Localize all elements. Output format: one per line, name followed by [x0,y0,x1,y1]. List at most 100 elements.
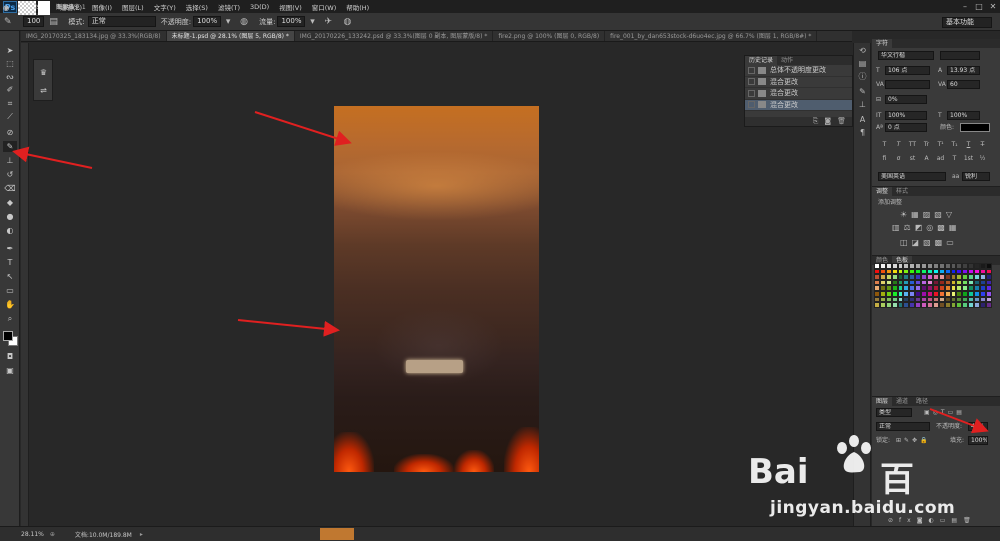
eyedropper-tool-icon[interactable]: ⟋ [3,111,17,122]
tab-paths[interactable]: 路径 [912,397,932,406]
font-family-select[interactable]: 华文行楷 [878,51,934,60]
menu-layer[interactable]: 图层(L) [117,2,149,12]
close-button[interactable]: ✕ [986,2,1000,11]
brush-preset-icon[interactable]: ♛ [37,66,50,79]
fractions-button[interactable]: ½ [976,154,989,164]
paragraph-panel-icon[interactable]: ¶ [857,128,868,138]
type-tool-icon[interactable]: T [3,257,17,268]
swash-button[interactable]: A [920,154,933,164]
tab-character[interactable]: 字符 [872,39,893,48]
font-size-input[interactable]: 106 点 [885,66,930,75]
small-caps-button[interactable]: Tr [920,140,933,150]
all-caps-button[interactable]: TT [906,140,919,150]
flow-input[interactable]: 100% [277,16,306,27]
workspace-switcher[interactable]: 基本功能 [942,17,992,28]
menu-view[interactable]: 视图(V) [274,2,307,12]
share-icon[interactable]: ⊕ [50,531,55,538]
history-item[interactable]: 总体不透明度更改 [745,65,852,77]
brush-preset-picker[interactable]: 100 [23,16,45,28]
menu-image[interactable]: 图像(I) [87,2,117,12]
foreground-color[interactable] [3,331,13,341]
menu-help[interactable]: 帮助(H) [341,2,374,12]
opacity-input[interactable]: 100% [193,16,222,27]
doc-tab[interactable]: fire2.png @ 100% (图层 0, RGB/8) [493,31,606,41]
doc-tab[interactable]: IMG_20170325_183134.jpg @ 33.3%(RGB/8) [21,31,167,41]
history-item-selected[interactable]: 混合更改 [745,99,852,111]
tab-layers[interactable]: 图层 [872,397,893,406]
menu-3d[interactable]: 3D(D) [245,3,274,11]
anti-alias-select[interactable]: 锐利 [962,172,990,181]
subscript-button[interactable]: T₁ [948,140,961,150]
history-panel-icon[interactable]: ⟲ [857,46,868,56]
discretionary-ligature-button[interactable]: st [906,154,919,164]
font-style-select[interactable] [940,51,980,60]
layer-comps-icon[interactable]: ▤ [857,59,868,69]
baseline-input[interactable]: 0 点 [885,123,927,132]
menu-window[interactable]: 窗口(W) [307,2,342,12]
toggle-panel-icon[interactable]: ⇌ [37,84,50,97]
pen-tool-icon[interactable]: ✒ [3,243,17,254]
vertical-scale-input[interactable]: 100% [885,111,927,120]
lasso-tool-icon[interactable]: ᔓ [3,71,17,82]
mode-select[interactable]: 正常 [87,16,156,27]
quick-select-tool-icon[interactable]: ✐ [3,84,17,95]
chevron-down-icon[interactable]: ▾ [221,16,235,28]
brush-tool-icon[interactable]: ✎ [4,16,18,28]
new-document-from-state-icon[interactable]: ⎘ [813,117,819,126]
tab-styles[interactable]: 样式 [892,187,912,196]
tab-adjustments[interactable]: 调整 [872,187,893,196]
move-tool-icon[interactable]: ➤ [3,45,17,56]
minimize-button[interactable]: – [958,2,972,11]
color-swatch-fg-bg[interactable] [3,331,19,347]
superscript-button[interactable]: T¹ [934,140,947,150]
clone-stamp-tool-icon[interactable]: ⊥ [3,155,17,166]
zoom-level[interactable]: 28.11% [21,531,44,538]
shape-tool-icon[interactable]: ▭ [3,285,17,296]
camera-icon[interactable]: ◙ [824,117,831,126]
healing-brush-tool-icon[interactable]: ⊘ [3,127,17,138]
document-size[interactable]: 文档:10.0M/189.8M [75,530,132,539]
clone-source-icon[interactable]: ⊥ [857,100,868,110]
adjustment-icons-row1[interactable]: ☀▦▨▧▽ [900,210,956,219]
chevron-right-icon[interactable]: ▸ [140,531,143,538]
scale-input[interactable]: 0% [885,95,927,104]
eraser-tool-icon[interactable]: ⌫ [3,183,17,194]
kerning-input[interactable] [885,80,930,89]
text-color-swatch[interactable] [960,123,990,132]
history-item[interactable]: 混合更改 [745,88,852,100]
underline-button[interactable]: T [962,140,975,150]
character-panel-icon[interactable]: A [857,115,868,125]
history-brush-tool-icon[interactable]: ↺ [3,169,17,180]
swatch-grid[interactable] [874,263,992,308]
crop-tool-icon[interactable]: ⌗ [3,98,17,109]
layer-opacity-input[interactable]: 45% [968,422,988,431]
tab-actions[interactable]: 动作 [777,56,797,65]
menu-type[interactable]: 文字(Y) [149,2,181,12]
dodge-tool-icon[interactable]: ◐ [3,225,17,236]
faux-italic-button[interactable]: T [892,140,905,150]
brush-tool-icon[interactable]: ✎ [3,141,17,152]
tracking-input[interactable]: 60 [947,80,980,89]
tab-channels[interactable]: 通道 [892,397,912,406]
document-canvas[interactable] [334,106,539,472]
horizontal-scale-input[interactable]: 100% [947,111,980,120]
history-item[interactable]: 混合更改 [745,77,852,88]
blur-tool-icon[interactable]: ● [3,211,17,222]
menu-filter[interactable]: 滤镜(T) [213,2,245,12]
tab-history[interactable]: 历史记录 [745,56,778,65]
path-select-tool-icon[interactable]: ↖ [3,271,17,282]
language-select[interactable]: 美国英语 [878,172,946,181]
brush-panel-icon[interactable]: ✎ [857,87,868,97]
ligature-button[interactable]: fi [878,154,891,164]
doc-tab-active[interactable]: 未标题-1.psd @ 28.1% (图层 5, RGB/8) * [166,31,295,41]
marquee-tool-icon[interactable]: ⬚ [3,58,17,69]
eye-icon[interactable]: ◉ [3,4,9,12]
leading-input[interactable]: 13.93 点 [947,66,980,75]
strikethrough-button[interactable]: T̶ [976,140,989,150]
paint-bucket-tool-icon[interactable]: ◆ [3,197,17,208]
screen-mode-icon[interactable]: ▣ [3,365,17,376]
layer-blend-mode-select[interactable]: 正常 [876,422,930,431]
titling-alternates-button[interactable]: T [948,154,961,164]
brush-panel-icon[interactable]: ▤ [49,16,63,28]
pressure-size-icon[interactable]: ◍ [343,16,357,28]
